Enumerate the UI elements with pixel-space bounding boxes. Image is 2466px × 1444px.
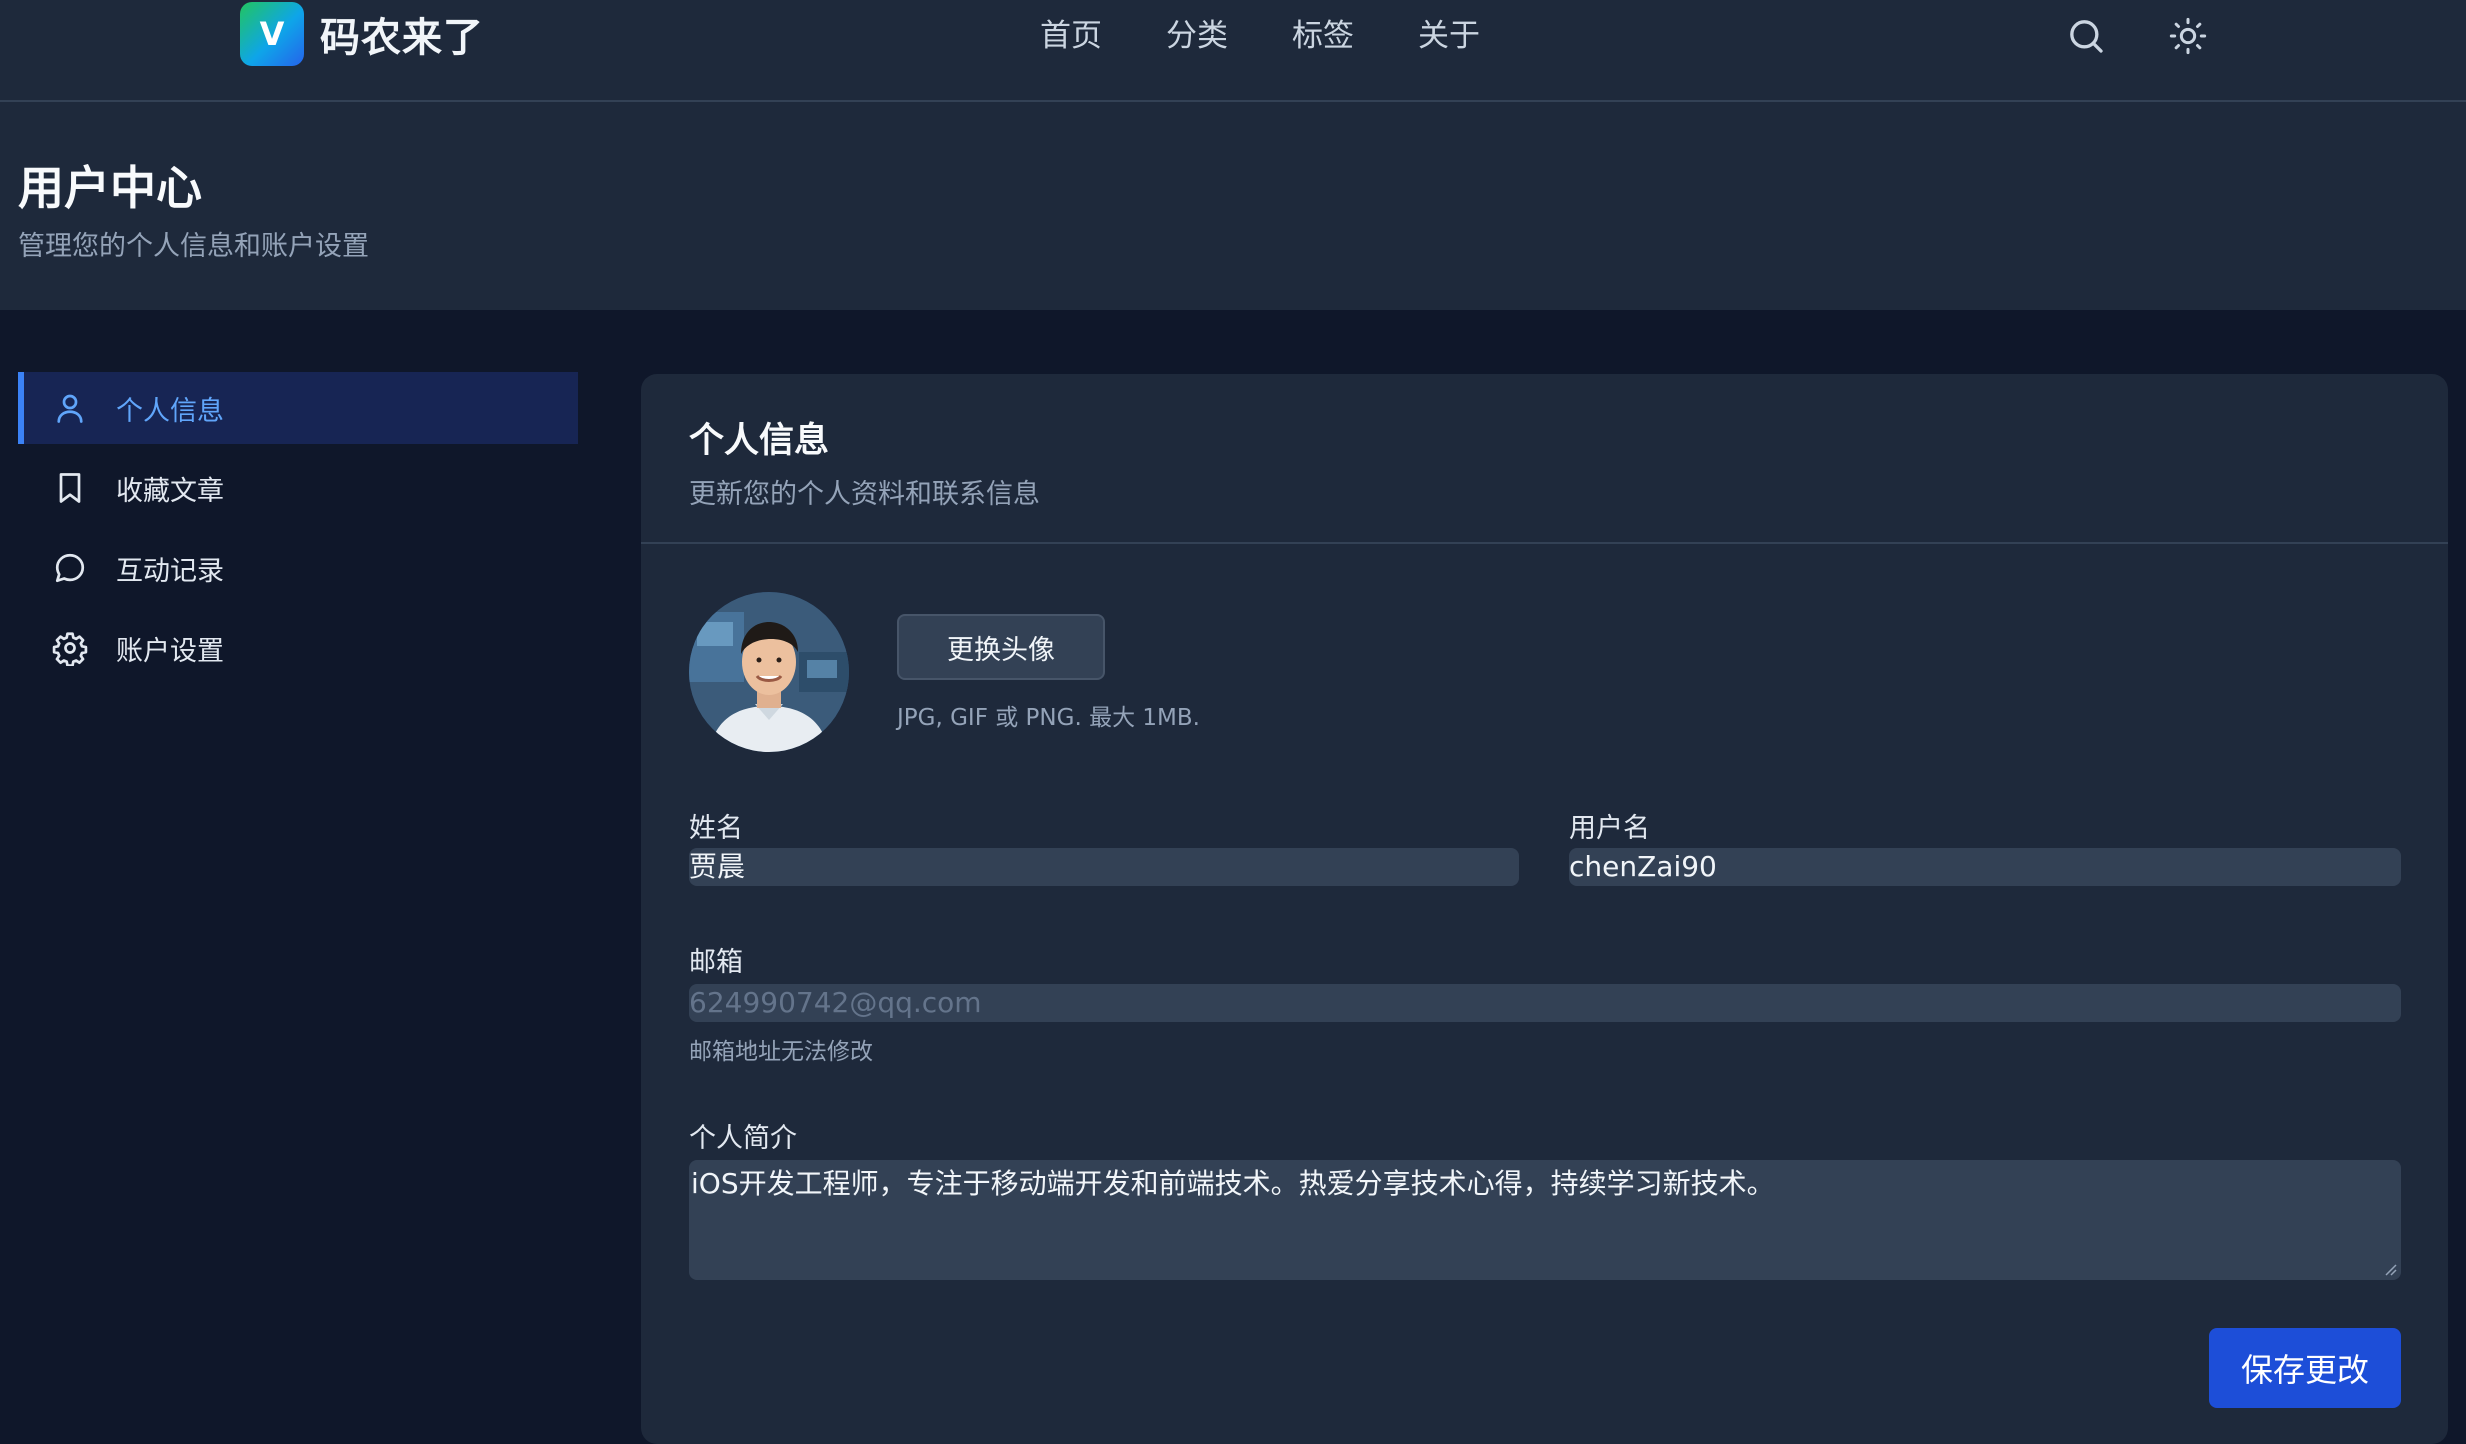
email-field: 624990742@qq.com xyxy=(689,984,2401,1022)
sidebar: 个人信息 收藏文章 互动记录 账户设置 xyxy=(18,372,578,692)
page-header: 用户中心 管理您的个人信息和账户设置 xyxy=(0,102,2466,310)
sun-icon[interactable] xyxy=(2168,16,2208,56)
save-button[interactable]: 保存更改 xyxy=(2209,1328,2401,1408)
sidebar-item-account-settings[interactable]: 账户设置 xyxy=(18,612,578,684)
sidebar-item-label: 收藏文章 xyxy=(116,475,224,507)
avatar-image xyxy=(689,592,849,752)
change-avatar-button[interactable]: 更换头像 xyxy=(897,614,1105,680)
username-field[interactable]: chenZai90 xyxy=(1569,848,2401,886)
search-icon[interactable] xyxy=(2066,16,2106,56)
email-label: 邮箱 xyxy=(689,947,743,978)
user-icon xyxy=(57,394,83,423)
bio-text: iOS开发工程师，专注于移动端开发和前端技术。热爱分享技术心得，持续学习新技术。 xyxy=(691,1167,1775,1200)
sidebar-item-label: 个人信息 xyxy=(116,395,224,427)
email-hint: 邮箱地址无法修改 xyxy=(689,1039,873,1065)
card-header: 个人信息 更新您的个人资料和联系信息 xyxy=(641,374,2448,544)
nav-item-home[interactable]: 首页 xyxy=(1040,12,1102,60)
brand-logo[interactable]: V 码农来了 xyxy=(240,2,484,66)
avatar-hint: JPG, GIF 或 PNG. 最大 1MB. xyxy=(897,705,1200,731)
sidebar-item-label: 账户设置 xyxy=(116,635,224,667)
nav-item-tags[interactable]: 标签 xyxy=(1292,12,1354,60)
profile-card: 个人信息 更新您的个人资料和联系信息 更换头像 JPG, GIF 或 PNG. … xyxy=(641,374,2448,1444)
logo-badge: V xyxy=(240,2,304,66)
nav-item-categories[interactable]: 分类 xyxy=(1166,12,1228,60)
card-title: 个人信息 xyxy=(689,421,830,461)
resize-handle-icon[interactable] xyxy=(2383,1262,2397,1276)
bookmark-icon xyxy=(59,473,81,503)
main-nav: 首页 分类 标签 关于 xyxy=(1040,12,1544,60)
name-label: 姓名 xyxy=(689,813,743,844)
bio-textarea[interactable]: iOS开发工程师，专注于移动端开发和前端技术。热爱分享技术心得，持续学习新技术。 xyxy=(689,1160,2401,1280)
bio-label: 个人简介 xyxy=(689,1123,797,1154)
chat-icon xyxy=(55,553,85,583)
sidebar-item-label: 互动记录 xyxy=(116,555,224,587)
avatar xyxy=(689,592,849,752)
page-title: 用户中心 xyxy=(18,161,202,215)
name-field[interactable]: 贾晨 xyxy=(689,848,1519,886)
nav-item-about[interactable]: 关于 xyxy=(1418,12,1480,60)
page-subtitle: 管理您的个人信息和账户设置 xyxy=(18,231,369,262)
brand-name: 码农来了 xyxy=(320,15,484,61)
sidebar-item-favorites[interactable]: 收藏文章 xyxy=(18,452,578,524)
sidebar-item-profile[interactable]: 个人信息 xyxy=(18,372,578,444)
username-label: 用户名 xyxy=(1569,813,1650,844)
top-navbar: V 码农来了 首页 分类 标签 关于 xyxy=(0,0,2466,102)
card-subtitle: 更新您的个人资料和联系信息 xyxy=(689,479,1040,510)
sidebar-item-interactions[interactable]: 互动记录 xyxy=(18,532,578,604)
gear-icon xyxy=(52,632,88,666)
